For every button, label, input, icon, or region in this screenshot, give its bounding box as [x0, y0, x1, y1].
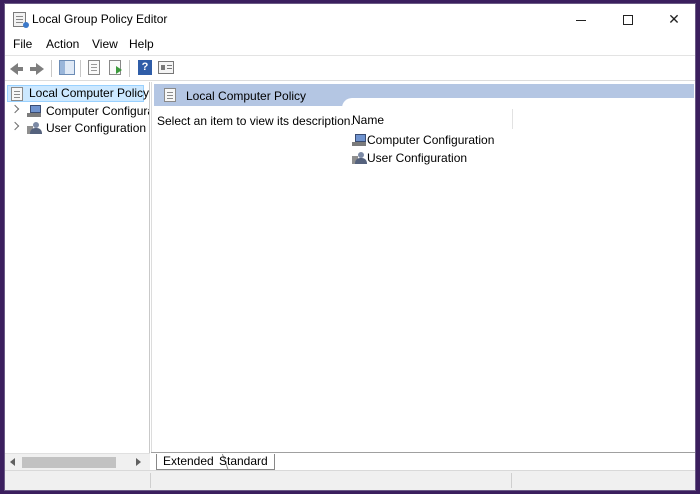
properties-button[interactable]	[157, 59, 175, 77]
toolbar: ?	[5, 55, 695, 81]
group-policy-app-icon	[13, 12, 29, 28]
close-button[interactable]: ✕	[651, 4, 697, 34]
list-view-icon	[88, 60, 100, 75]
tree-item-label: Computer Configura	[46, 104, 150, 118]
menu-bar: File Action View Help	[5, 34, 695, 55]
properties-icon	[158, 61, 174, 74]
computer-icon	[352, 134, 366, 147]
window-title: Local Group Policy Editor	[32, 12, 168, 26]
scroll-right-icon[interactable]	[136, 458, 141, 466]
scrollbar-thumb[interactable]	[22, 457, 116, 468]
list-item-label: Computer Configuration	[367, 133, 495, 147]
tree-item-user-configuration[interactable]: User Configuration	[5, 120, 149, 137]
scroll-left-icon[interactable]	[10, 458, 15, 466]
column-divider[interactable]	[512, 109, 513, 129]
status-bar	[5, 470, 695, 490]
show-hide-tree-icon	[59, 60, 75, 75]
tree-item-local-computer-policy[interactable]: Local Computer Policy	[7, 85, 149, 102]
menu-action[interactable]: Action	[46, 37, 79, 51]
user-icon	[27, 122, 43, 135]
main-window: Local Group Policy Editor ✕ File Action …	[4, 3, 696, 491]
description-text: Select an item to view its description.	[157, 114, 354, 128]
tree-item-computer-configuration[interactable]: Computer Configura	[5, 103, 150, 120]
chevron-right-icon[interactable]	[10, 104, 20, 114]
forward-arrow-icon	[30, 63, 44, 75]
list-item-label: User Configuration	[367, 151, 468, 165]
toolbar-separator	[51, 60, 52, 77]
help-icon: ?	[138, 60, 152, 75]
list-view-button[interactable]	[85, 59, 103, 77]
details-pane: Local Computer Policy Select an item to …	[151, 82, 695, 470]
back-arrow-icon	[10, 63, 23, 75]
show-hide-tree-button[interactable]	[58, 59, 76, 77]
maximize-button[interactable]	[605, 4, 651, 34]
tab-extended[interactable]: Extended	[156, 454, 220, 470]
maximize-icon	[623, 15, 633, 26]
help-button[interactable]: ?	[136, 59, 154, 77]
details-header: Local Computer Policy	[154, 84, 694, 108]
close-icon: ✕	[668, 11, 680, 27]
status-divider	[511, 473, 512, 488]
minimize-button[interactable]	[558, 4, 604, 34]
chevron-right-icon[interactable]	[10, 121, 20, 131]
menu-file[interactable]: File	[13, 37, 32, 51]
title-bar: Local Group Policy Editor ✕	[5, 4, 695, 34]
column-header-name[interactable]: Name	[352, 113, 384, 127]
view-tabs: Extended Standard	[151, 452, 695, 470]
tree-item-label: User Configuration	[46, 121, 147, 135]
menu-view[interactable]: View	[92, 37, 118, 51]
status-divider	[150, 473, 151, 488]
tree-pane: Local Computer Policy Computer Configura…	[5, 82, 150, 470]
policy-document-icon	[164, 88, 176, 102]
export-list-button[interactable]	[107, 59, 125, 77]
back-button[interactable]	[9, 59, 27, 77]
toolbar-separator	[80, 60, 81, 77]
tree-item-label: Local Computer Policy	[29, 86, 150, 100]
forward-button[interactable]	[27, 59, 45, 77]
details-header-title: Local Computer Policy	[186, 89, 307, 103]
minimize-icon	[576, 19, 586, 21]
menu-help[interactable]: Help	[129, 37, 154, 51]
computer-icon	[27, 105, 41, 118]
user-icon	[352, 152, 368, 165]
export-list-icon	[109, 60, 122, 75]
toolbar-separator	[129, 60, 130, 77]
tree-horizontal-scrollbar[interactable]	[5, 453, 150, 470]
tab-standard[interactable]: Standard	[213, 454, 275, 470]
policy-document-icon	[11, 87, 23, 101]
